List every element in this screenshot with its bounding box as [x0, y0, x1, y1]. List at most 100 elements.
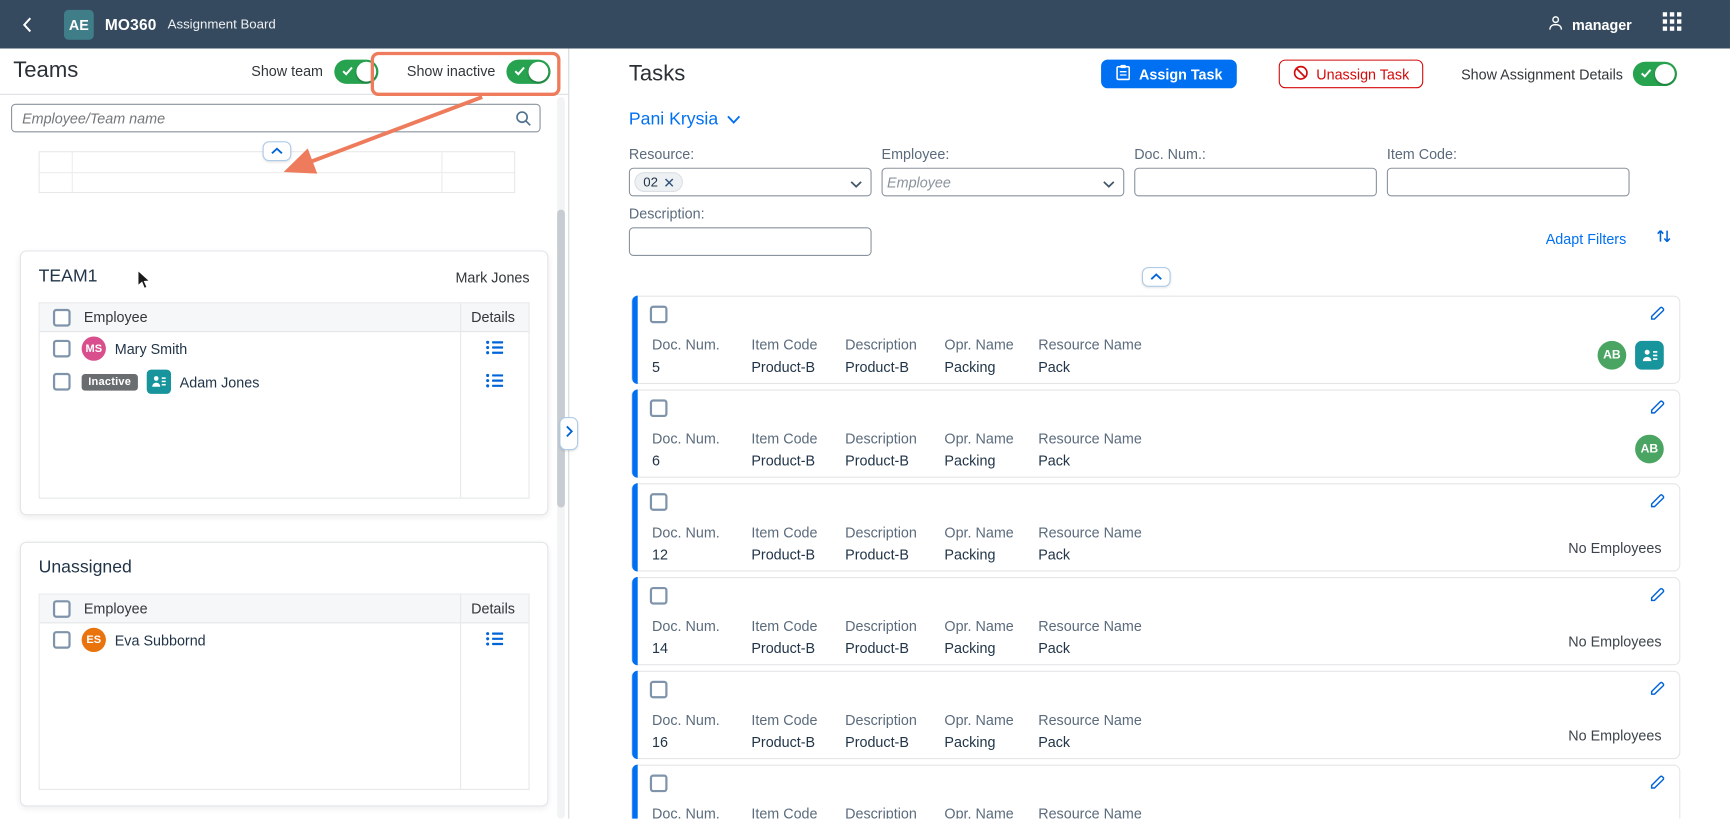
col-label: Item Code	[751, 618, 845, 635]
search-input[interactable]	[11, 104, 541, 133]
task-card: Doc. Num.14 Item CodeProduct-B Descripti…	[631, 577, 1680, 665]
select-all-checkbox[interactable]	[53, 600, 71, 618]
task-checkbox[interactable]	[650, 399, 668, 417]
panel-splitter[interactable]	[568, 49, 585, 819]
user-name: manager	[1572, 16, 1632, 33]
team-members-table: Employee Details ES Eva Subbornd	[39, 594, 530, 790]
back-icon[interactable]	[22, 16, 51, 33]
chevron-up-icon	[1149, 267, 1162, 287]
table-row-empty	[40, 172, 514, 192]
adapt-filters-link[interactable]: Adapt Filters	[1546, 231, 1627, 248]
card-accent-stripe	[632, 483, 638, 571]
col-label: Item Code	[751, 430, 845, 447]
select-all-checkbox[interactable]	[53, 308, 71, 326]
resource-combobox[interactable]: 02	[629, 168, 872, 197]
col-label: Item Code	[751, 712, 845, 729]
chevron-right-icon	[564, 424, 573, 444]
no-employees-text: No Employees	[1568, 633, 1661, 650]
search-icon[interactable]	[515, 110, 532, 127]
doc-num-value: 6	[652, 452, 751, 469]
edit-pencil-icon[interactable]	[1649, 680, 1666, 697]
col-label: Doc. Num.	[652, 618, 751, 635]
team-card-team1: TEAM1 Mark Jones Employee Details MS Mar…	[20, 250, 548, 515]
employee-combobox[interactable]	[882, 168, 1125, 197]
col-label: Doc. Num.	[652, 805, 751, 818]
assigned-avatar[interactable]: AB	[1598, 341, 1627, 370]
table-row-empty	[40, 690, 529, 723]
task-checkbox[interactable]	[650, 587, 668, 605]
row-checkbox[interactable]	[53, 373, 71, 391]
description-filter-input[interactable]	[629, 227, 872, 256]
col-label: Description	[845, 337, 944, 354]
user-menu[interactable]: manager	[1547, 14, 1632, 35]
group-header-link[interactable]: Pani Krysia	[629, 110, 741, 130]
collapse-filter-button[interactable]	[1141, 267, 1170, 287]
task-checkbox[interactable]	[650, 775, 668, 793]
task-checkbox[interactable]	[650, 306, 668, 324]
team-members-table: Employee Details MS Mary Smith Inactive	[39, 302, 530, 498]
doc-num-value: 14	[652, 640, 751, 657]
col-label: Resource Name	[1038, 524, 1181, 541]
chevron-down-icon[interactable]	[1102, 180, 1115, 189]
app-logo: AE	[64, 9, 94, 39]
col-label: Doc. Num.	[652, 430, 751, 447]
chevron-up-icon	[270, 141, 283, 161]
description-value: Product-B	[845, 546, 944, 563]
edit-pencil-icon[interactable]	[1649, 305, 1666, 322]
item-code-value: Product-B	[751, 734, 845, 751]
tasks-panel: Tasks Assign Task Unassign Task Show Ass…	[585, 49, 1730, 819]
col-label: Item Code	[751, 805, 845, 818]
show-team-toggle[interactable]	[334, 59, 378, 83]
show-assignment-details-toggle[interactable]	[1633, 62, 1677, 86]
app-grid-icon[interactable]	[1663, 12, 1682, 36]
resource-name-value: Pack	[1038, 640, 1181, 657]
item-code-filter-input[interactable]	[1387, 168, 1630, 197]
unassign-icon	[1293, 65, 1308, 84]
show-inactive-toggle[interactable]	[506, 59, 550, 83]
detail-list-icon	[485, 372, 504, 391]
edit-pencil-icon[interactable]	[1649, 398, 1666, 415]
check-icon	[342, 66, 353, 76]
details-button[interactable]	[460, 365, 528, 398]
row-checkbox[interactable]	[53, 340, 71, 358]
task-checkbox[interactable]	[650, 493, 668, 511]
row-checkbox[interactable]	[53, 631, 71, 649]
member-name: Adam Jones	[180, 373, 260, 390]
description-value: Product-B	[845, 359, 944, 376]
table-row-empty	[40, 723, 529, 756]
assign-task-button[interactable]: Assign Task	[1102, 60, 1237, 89]
col-label: Opr. Name	[944, 430, 1038, 447]
assignment-details-icon[interactable]	[1635, 341, 1664, 370]
token-remove-icon[interactable]	[665, 177, 675, 187]
details-button[interactable]	[460, 332, 528, 365]
opr-name-value: Packing	[944, 359, 1038, 376]
edit-pencil-icon[interactable]	[1649, 492, 1666, 509]
product-name: MO360	[105, 15, 157, 33]
details-button[interactable]	[460, 623, 528, 656]
sort-icon[interactable]	[1655, 227, 1673, 250]
no-employees-text: No Employees	[1568, 727, 1661, 744]
team-card-unassigned: Unassigned Employee Details ES Eva Subbo…	[20, 542, 548, 807]
chevron-down-icon[interactable]	[850, 180, 863, 189]
employee-column-header: Employee	[84, 309, 148, 326]
employee-filter-input[interactable]	[887, 174, 1097, 191]
scrolled-table-fragment	[39, 141, 516, 193]
resource-name-value: Pack	[1038, 452, 1181, 469]
edit-pencil-icon[interactable]	[1649, 586, 1666, 603]
filter-bar-row2: Description: Adapt Filters	[629, 205, 1730, 256]
collapse-button[interactable]	[263, 141, 292, 161]
item-code-value: Product-B	[751, 359, 845, 376]
check-icon	[514, 66, 525, 76]
task-checkbox[interactable]	[650, 681, 668, 699]
edit-pencil-icon[interactable]	[1649, 773, 1666, 790]
assigned-avatar[interactable]: AB	[1635, 435, 1664, 464]
scrollbar-thumb[interactable]	[557, 210, 565, 508]
item-code-value: Product-B	[751, 452, 845, 469]
expand-panel-button[interactable]	[559, 417, 578, 450]
teams-panel: Teams Show team Show inactive	[0, 49, 568, 819]
tasks-title: Tasks	[629, 61, 685, 86]
unassign-task-button[interactable]: Unassign Task	[1279, 60, 1424, 89]
doc-num-filter-input[interactable]	[1134, 168, 1377, 197]
table-row-empty	[40, 431, 529, 464]
member-row: ES Eva Subbornd	[40, 623, 529, 656]
